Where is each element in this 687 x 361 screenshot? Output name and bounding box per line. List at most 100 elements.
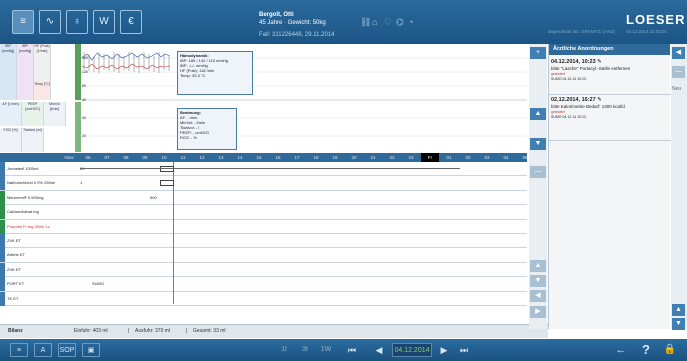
hour-tick[interactable]: 14 bbox=[231, 153, 249, 162]
hour-tick[interactable]: 16 bbox=[269, 153, 287, 162]
patient-header: Bergolt, Otti 45 Jahre · Gewicht: 50kg F… bbox=[259, 11, 335, 39]
hour-tick[interactable]: 11 bbox=[174, 153, 192, 162]
hour-tick[interactable]: 02 bbox=[459, 153, 477, 162]
infusion-marker[interactable] bbox=[160, 166, 174, 172]
hour-tick[interactable]: Now bbox=[60, 153, 78, 162]
row-value: SUMO bbox=[92, 281, 104, 287]
range-button[interactable]: 3t bbox=[297, 343, 313, 357]
home-icon[interactable]: ⌂ bbox=[372, 17, 377, 27]
scroll-up-button[interactable]: ▲ bbox=[672, 304, 685, 316]
hour-tick[interactable]: 23 bbox=[402, 153, 420, 162]
medication-row[interactable]: PORT ET SUMO bbox=[0, 277, 527, 292]
vital-column[interactable]: AF [1/min] bbox=[0, 102, 22, 126]
scroll-up-button[interactable]: ▲ bbox=[530, 108, 546, 120]
vital-column[interactable]: FiO2 [%] bbox=[0, 128, 22, 152]
hour-tick[interactable]: 18 bbox=[307, 153, 325, 162]
vitals-icon[interactable]: ∿ bbox=[39, 10, 61, 34]
new-order-button[interactable]: Neu bbox=[672, 86, 681, 92]
edit-icon[interactable]: ✎ bbox=[596, 59, 602, 65]
y-tick-label: 80 bbox=[82, 84, 86, 88]
collapse-button[interactable]: — bbox=[530, 166, 546, 178]
row-label: Calciumfolinat mg bbox=[7, 209, 39, 215]
vital-column[interactable]: Tidalvol [ml] bbox=[22, 128, 44, 152]
scroll-down-button[interactable]: ▼ bbox=[672, 318, 685, 330]
next-button[interactable]: ▶ bbox=[437, 343, 451, 357]
order-item[interactable]: 02.12.2014, 16:27 ✎ bitte Kalorimetrie Be… bbox=[551, 96, 669, 121]
hour-tick[interactable]: 13 bbox=[212, 153, 230, 162]
add-button[interactable]: + bbox=[530, 47, 546, 59]
medication-row[interactable]: Jonosteril 1000ml 20 bbox=[0, 162, 527, 177]
scroll-right-button[interactable]: ▶ bbox=[530, 306, 546, 318]
link-icon[interactable]: ⛓ bbox=[360, 17, 371, 28]
expand-button[interactable]: ◀ bbox=[672, 47, 685, 59]
prev-button[interactable]: ◀ bbox=[372, 343, 386, 357]
hour-tick[interactable]: 04 bbox=[497, 153, 515, 162]
hour-tick[interactable]: 03 bbox=[478, 153, 496, 162]
output-value: Ausfuhr: 370 ml bbox=[135, 328, 171, 334]
row-tag bbox=[0, 219, 5, 234]
lock-button[interactable]: 🔒 bbox=[662, 343, 678, 357]
row-label: Jonosteril 1000ml bbox=[7, 166, 39, 171]
list-icon[interactable]: ≡ bbox=[10, 343, 28, 357]
last-page-button[interactable]: ⏭ bbox=[457, 343, 471, 357]
infusion-line bbox=[80, 168, 460, 169]
euro-icon[interactable]: € bbox=[120, 10, 142, 34]
medication-row[interactable]: Natriumchlorid 0.9% 250ml 1 bbox=[0, 176, 527, 191]
medication-row[interactable]: Calciumfolinat mg bbox=[0, 205, 527, 220]
help-button[interactable]: ? bbox=[638, 343, 654, 357]
hour-tick[interactable]: 19 bbox=[326, 153, 344, 162]
scroll-down-button[interactable]: ▼ bbox=[530, 275, 546, 287]
vital-column[interactable]: MinVol [l/min] bbox=[44, 102, 66, 126]
hour-tick[interactable]: 17 bbox=[288, 153, 306, 162]
hour-tick[interactable]: 06 bbox=[79, 153, 97, 162]
vital-column[interactable]: IBP [mmHg] bbox=[0, 44, 17, 100]
hour-tick[interactable]: 22 bbox=[383, 153, 401, 162]
hour-tick[interactable]: 08 bbox=[117, 153, 135, 162]
hour-tick[interactable]: 20 bbox=[345, 153, 363, 162]
vital-column[interactable]: PEEP [cmH2O] bbox=[22, 102, 44, 126]
cup-icon[interactable]: ♁ bbox=[66, 10, 88, 34]
order-item[interactable]: 04.12.2014, 10:23 ✎ bitte "Lasche" Portac… bbox=[551, 58, 669, 83]
heart-icon[interactable]: ♡ bbox=[384, 17, 392, 28]
medication-row[interactable]: Propofol Fr mg 20ml/ Lu bbox=[0, 219, 527, 234]
date-field[interactable]: 04.12.2014 bbox=[392, 343, 432, 357]
row-tag bbox=[0, 248, 5, 263]
first-page-button[interactable]: ⏮ bbox=[345, 343, 359, 357]
hour-tick[interactable]: 10 bbox=[155, 153, 173, 162]
minimize-button[interactable]: — bbox=[672, 66, 685, 78]
balance-label: Bilanz bbox=[8, 328, 23, 334]
medication-row[interactable]: Meronem® 0.500mg 500 bbox=[0, 190, 527, 206]
hour-tick[interactable]: 09 bbox=[136, 153, 154, 162]
hour-tick[interactable]: 15 bbox=[250, 153, 268, 162]
hour-tick[interactable]: 07 bbox=[98, 153, 116, 162]
vital-column[interactable]: IBP [mmHg] bbox=[17, 44, 34, 100]
back-button[interactable]: ← bbox=[612, 343, 630, 357]
hour-tick[interactable]: Fr bbox=[421, 153, 439, 162]
case-info: Fall: 311226448, 29.11.2014 bbox=[259, 32, 335, 38]
clock-icon[interactable]: ◔ bbox=[408, 17, 413, 27]
bed-icon[interactable]: ⌬ bbox=[396, 17, 404, 28]
scroll-left-button[interactable]: ◀ bbox=[530, 290, 546, 302]
scroll-up-button[interactable]: ▲ bbox=[530, 260, 546, 272]
vital-label: PEEP [cmH2O] bbox=[25, 102, 40, 111]
a-icon[interactable]: A bbox=[34, 343, 52, 357]
timeline-bar: Now 06 07 08 09 10 11 12 13 14 15 16 17 18 19 20 21 22 23 F… bbox=[0, 153, 528, 162]
range-button[interactable]: 1W bbox=[318, 343, 334, 357]
infusion-marker[interactable] bbox=[160, 180, 174, 186]
sop-icon[interactable]: SOP bbox=[58, 343, 76, 357]
medication-row[interactable]: Arterie ET bbox=[0, 248, 527, 263]
medication-row[interactable]: ZVK ET bbox=[0, 234, 527, 249]
row-label: Natriumchlorid 0.9% 250ml bbox=[7, 180, 56, 186]
medication-row[interactable]: ZVK ET bbox=[0, 262, 527, 278]
scroll-down-button[interactable]: ▼ bbox=[530, 138, 546, 150]
hour-tick[interactable]: 21 bbox=[364, 153, 382, 162]
box-icon[interactable]: ▣ bbox=[82, 343, 100, 357]
chart-menu-icon[interactable]: ≡ bbox=[12, 10, 34, 34]
range-button[interactable]: 1t bbox=[276, 343, 292, 357]
edit-icon[interactable]: ✎ bbox=[596, 97, 602, 103]
medication-row[interactable]: TK ET bbox=[0, 291, 527, 306]
hour-tick[interactable]: 01 bbox=[440, 153, 458, 162]
w-icon[interactable]: W bbox=[93, 10, 115, 34]
hour-tick[interactable]: 12 bbox=[193, 153, 211, 162]
vital-column[interactable]: Temp [°C] bbox=[34, 82, 51, 100]
